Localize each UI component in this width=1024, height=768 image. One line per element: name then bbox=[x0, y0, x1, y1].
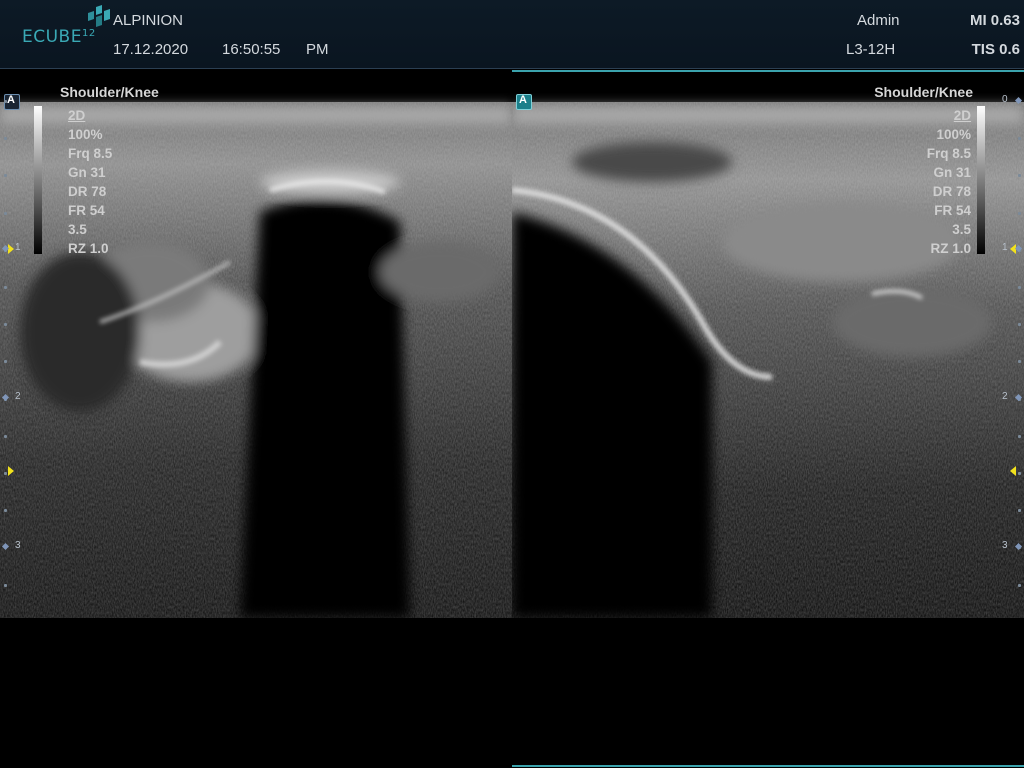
depth-tick bbox=[4, 286, 7, 289]
depth-label-1: 1 bbox=[1002, 242, 1008, 253]
depth-tick bbox=[4, 323, 7, 326]
status-header: ECUBE12 ALPINION 17.12.2020 16:50:55 PM … bbox=[0, 0, 1024, 69]
depth-tick bbox=[1018, 360, 1021, 363]
depth-label-3: 3 bbox=[1002, 540, 1008, 551]
depth-tick bbox=[4, 360, 7, 363]
dynamic-range-label: DR 78 bbox=[932, 184, 971, 199]
depth-label-2: 2 bbox=[15, 391, 21, 402]
badge-label-right: A bbox=[519, 94, 527, 106]
depth-tick bbox=[4, 174, 7, 177]
dynamic-range-label: DR 78 bbox=[68, 184, 107, 199]
depth-tick bbox=[4, 212, 7, 215]
probe-name: L3-12H bbox=[846, 41, 896, 58]
rz-label: RZ 1.0 bbox=[930, 241, 971, 256]
exam-date: 17.12.2020 bbox=[113, 41, 189, 58]
depth-tick bbox=[4, 584, 7, 587]
power-label: 100% bbox=[68, 127, 103, 142]
mode-label: 2D bbox=[68, 108, 86, 123]
depth-tick bbox=[4, 435, 7, 438]
depth-tick bbox=[4, 100, 7, 103]
depth-tick bbox=[1018, 174, 1021, 177]
preset-label-right: Shoulder/Knee bbox=[874, 84, 973, 100]
frame-rate-label: FR 54 bbox=[68, 203, 105, 218]
depth-tick bbox=[1018, 472, 1021, 475]
mi-value: MI 0.63 bbox=[969, 12, 1020, 29]
image-params-right: 2D 100% Frq 8.5 Gn 31 DR 78 FR 54 3.5 RZ… bbox=[927, 106, 971, 258]
active-image-indicator bbox=[512, 70, 1024, 72]
depth-label: 3.5 bbox=[952, 222, 971, 237]
depth-tick bbox=[1018, 509, 1021, 512]
depth-tick bbox=[1018, 323, 1021, 326]
frequency-label: Frq 8.5 bbox=[926, 146, 971, 161]
grayscale-bar-right bbox=[977, 106, 985, 254]
logo-cubes-icon bbox=[88, 5, 110, 27]
gain-label: Gn 31 bbox=[933, 165, 971, 180]
depth-tick bbox=[4, 472, 7, 475]
image-params-left: 2D 100% Frq 8.5 Gn 31 DR 78 FR 54 3.5 RZ… bbox=[68, 106, 112, 258]
power-label: 100% bbox=[936, 127, 971, 142]
depth-tick bbox=[1018, 137, 1021, 140]
depth-label: 3.5 bbox=[68, 222, 87, 237]
tis-value: TIS 0.6 bbox=[971, 41, 1020, 58]
ecube-logo: ECUBE12 bbox=[22, 5, 110, 47]
exam-time: 16:50:55 bbox=[222, 41, 281, 58]
focus-marker[interactable] bbox=[8, 466, 14, 476]
depth-label-1: 1 bbox=[15, 242, 21, 253]
focus-marker[interactable] bbox=[1010, 466, 1016, 476]
grayscale-bar-left bbox=[34, 106, 42, 254]
depth-label-2: 2 bbox=[1002, 391, 1008, 402]
active-image-indicator-bottom bbox=[512, 765, 1024, 767]
frame-rate-label: FR 54 bbox=[934, 203, 971, 218]
depth-tick bbox=[1018, 286, 1021, 289]
rz-label: RZ 1.0 bbox=[68, 241, 109, 256]
exam-ampm: PM bbox=[306, 41, 329, 58]
depth-label-3: 3 bbox=[15, 540, 21, 551]
image-badge-right[interactable]: A bbox=[516, 94, 532, 110]
logo-model: 12 bbox=[81, 28, 96, 39]
mode-label: 2D bbox=[953, 108, 971, 123]
focus-marker[interactable] bbox=[8, 244, 14, 254]
logo-text: ECUBE bbox=[22, 27, 82, 47]
depth-tick bbox=[4, 137, 7, 140]
frequency-label: Frq 8.5 bbox=[68, 146, 113, 161]
depth-tick bbox=[1018, 212, 1021, 215]
gain-label: Gn 31 bbox=[68, 165, 106, 180]
preset-label-left: Shoulder/Knee bbox=[60, 84, 159, 100]
brand-name: ALPINION bbox=[113, 12, 184, 29]
user-name: Admin bbox=[857, 12, 900, 29]
depth-tick bbox=[1018, 435, 1021, 438]
depth-tick bbox=[4, 509, 7, 512]
depth-tick bbox=[1018, 584, 1021, 587]
badge-label-left: A bbox=[7, 94, 15, 106]
depth-label-0: 0 bbox=[1002, 94, 1008, 105]
